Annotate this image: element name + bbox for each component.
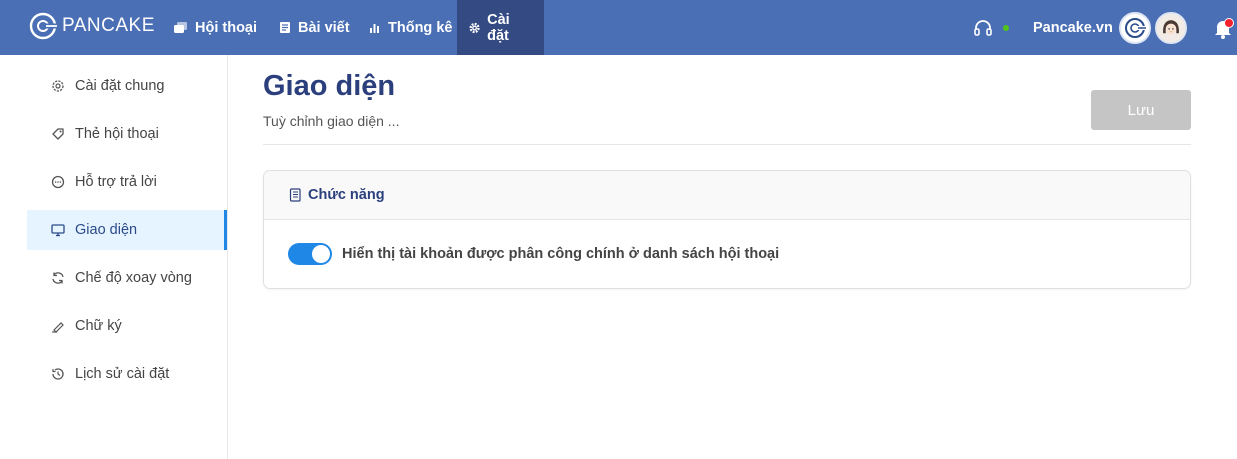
signature-icon bbox=[52, 322, 64, 333]
message-dots-icon bbox=[51, 175, 65, 189]
sidebar-item-giao-dien[interactable]: Giao diện bbox=[27, 210, 227, 250]
nav-cai-dat-label: Cài đặt bbox=[487, 11, 510, 44]
sidebar-item-cai-dat-chung[interactable]: Cài đặt chung bbox=[27, 66, 227, 106]
history-icon bbox=[52, 368, 64, 380]
pancake-shop-icon bbox=[1124, 17, 1146, 38]
notification-bell[interactable] bbox=[1213, 17, 1234, 39]
header-right: Pancake.vn bbox=[973, 0, 1234, 55]
header-divider bbox=[263, 144, 1191, 145]
toggle-knob bbox=[312, 245, 330, 263]
sidebar-item-label: Hỗ trợ trả lời bbox=[75, 174, 157, 190]
post-icon bbox=[280, 22, 290, 33]
chart-icon bbox=[370, 23, 379, 33]
card-header: Chức năng bbox=[264, 171, 1190, 220]
sidebar-item-lich-su-cai-dat[interactable]: Lịch sử cài đặt bbox=[27, 354, 227, 394]
page-subtitle: Tuỳ chỉnh giao diện ... bbox=[263, 113, 400, 129]
sidebar-item-che-do-xoay-vong[interactable]: Chế độ xoay vòng bbox=[27, 258, 227, 298]
tag-icon bbox=[52, 128, 64, 140]
headphones-icon[interactable] bbox=[973, 19, 993, 37]
page-title: Giao diện bbox=[263, 70, 396, 102]
shop-name[interactable]: Pancake.vn bbox=[1033, 20, 1113, 36]
features-card: Chức năng Hiển thị tài khoản được phân c… bbox=[263, 170, 1191, 289]
gear-icon bbox=[469, 22, 480, 33]
card-body: Hiển thị tài khoản được phân công chính … bbox=[264, 220, 1190, 288]
nav-cai-dat[interactable]: Cài đặt bbox=[457, 0, 544, 55]
monitor-icon bbox=[51, 224, 65, 237]
sidebar-item-the-hoi-thoai[interactable]: Thẻ hội thoại bbox=[27, 114, 227, 154]
top-navbar: PANCAKE Hội thoại Bài viết Thống kê Cài … bbox=[0, 0, 1237, 55]
sidebar-item-label: Lịch sử cài đặt bbox=[75, 366, 170, 382]
nav-bai-viet[interactable]: Bài viết bbox=[267, 0, 362, 55]
assigned-account-toggle[interactable] bbox=[288, 243, 332, 265]
sidebar-item-label: Cài đặt chung bbox=[75, 78, 165, 94]
toggle-label: Hiển thị tài khoản được phân công chính … bbox=[342, 246, 780, 262]
sidebar-item-label: Thẻ hội thoại bbox=[75, 126, 159, 142]
chat-icon bbox=[174, 21, 187, 33]
sidebar-item-label: Giao diện bbox=[75, 222, 138, 238]
sidebar-item-label: Chữ ký bbox=[75, 318, 122, 334]
nav-hoi-thoai[interactable]: Hội thoại bbox=[161, 0, 269, 55]
pancake-logo[interactable]: PANCAKE bbox=[28, 9, 155, 43]
nav-thong-ke-label: Thống kê bbox=[388, 19, 453, 36]
user-avatar[interactable] bbox=[1154, 11, 1187, 44]
app-name: PANCAKE bbox=[62, 15, 155, 36]
nav-thong-ke[interactable]: Thống kê bbox=[357, 0, 464, 55]
shop-avatar[interactable] bbox=[1118, 11, 1151, 44]
gear-icon bbox=[52, 80, 64, 92]
settings-sidebar: Cài đặt chung Thẻ hội thoại Hỗ trợ trả l… bbox=[0, 55, 228, 459]
rotate-icon bbox=[52, 272, 64, 284]
save-button[interactable]: Lưu bbox=[1091, 90, 1191, 130]
sidebar-item-ho-tro-tra-loi[interactable]: Hỗ trợ trả lời bbox=[27, 162, 227, 202]
notification-badge bbox=[1223, 17, 1234, 28]
online-status-dot bbox=[1003, 24, 1009, 31]
card-title: Chức năng bbox=[308, 187, 385, 203]
pancake-logo-icon bbox=[29, 12, 57, 40]
nav-hoi-thoai-label: Hội thoại bbox=[195, 19, 258, 36]
sidebar-item-label: Chế độ xoay vòng bbox=[75, 270, 192, 286]
user-avatar-image bbox=[1156, 13, 1185, 42]
notebook-icon bbox=[289, 188, 301, 202]
sidebar-item-chu-ky[interactable]: Chữ ký bbox=[27, 306, 227, 346]
nav-bai-viet-label: Bài viết bbox=[298, 19, 350, 36]
